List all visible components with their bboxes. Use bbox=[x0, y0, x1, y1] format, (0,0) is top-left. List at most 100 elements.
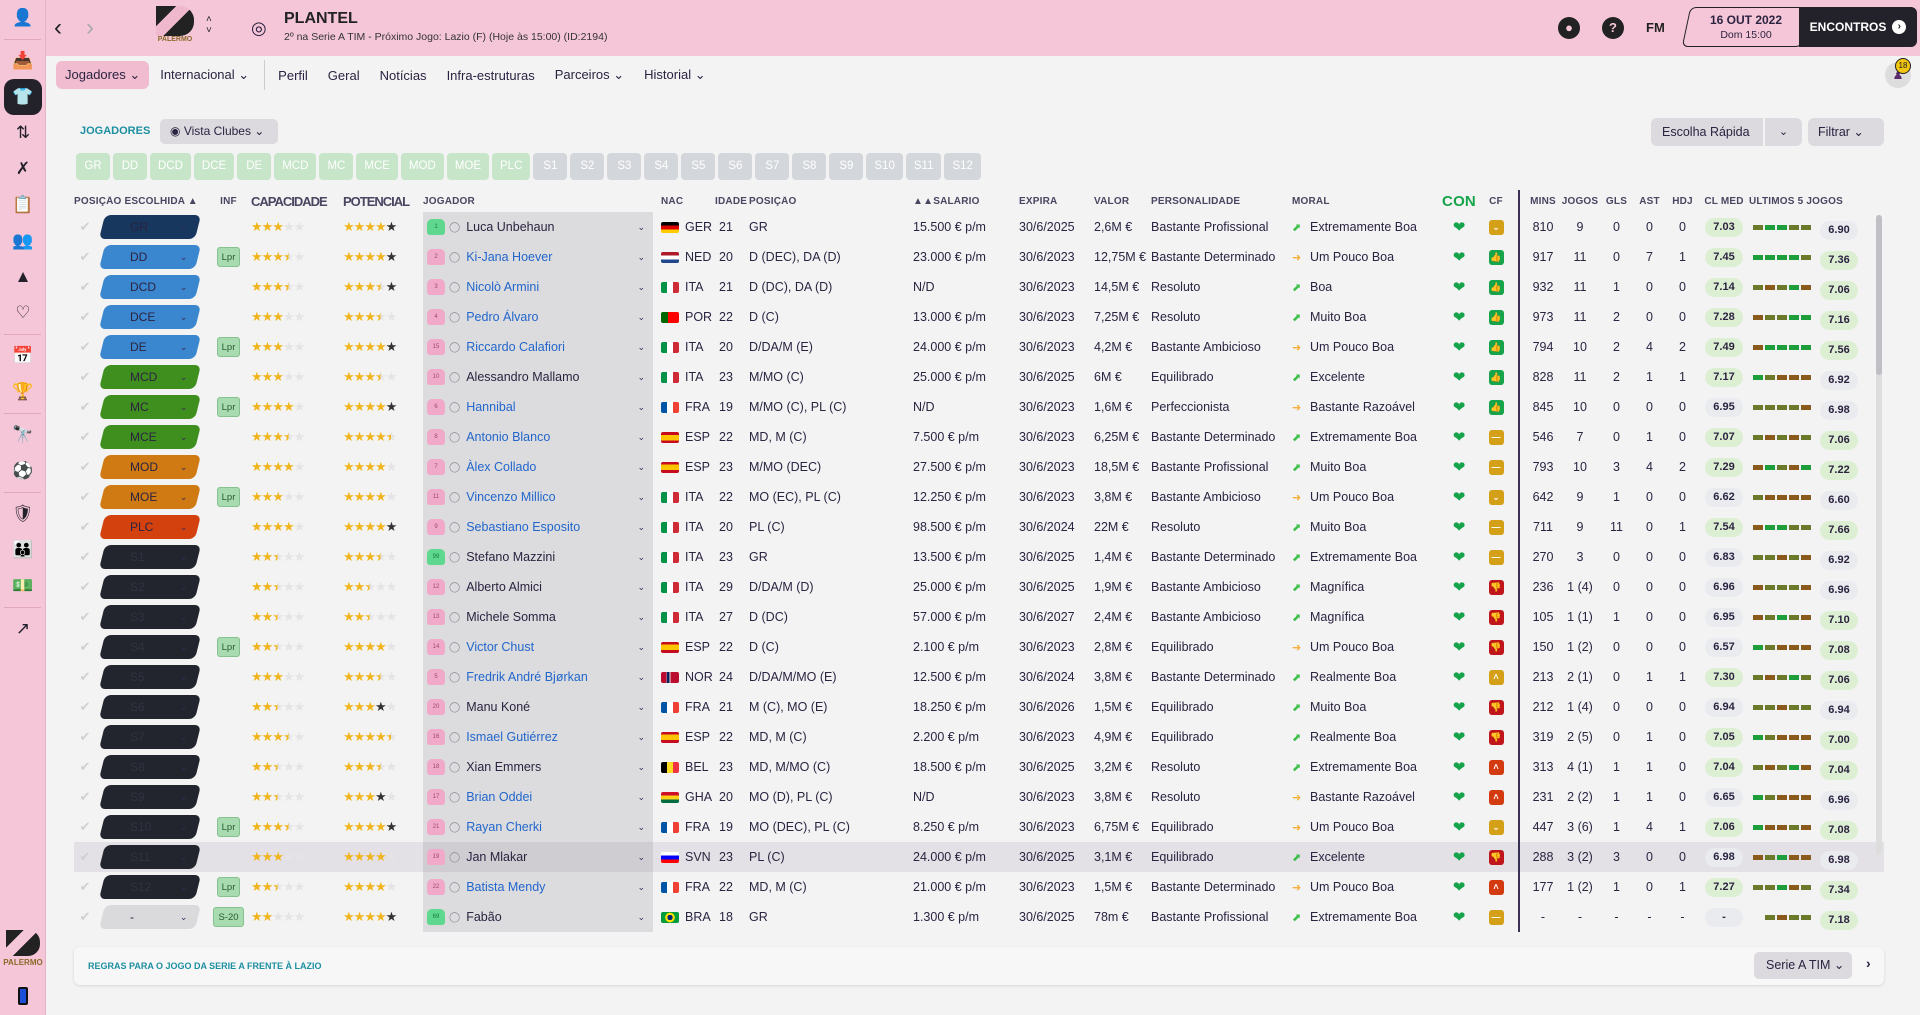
chip-mcd[interactable]: MCD bbox=[274, 153, 317, 180]
position-selector[interactable]: MOE ⌄ bbox=[99, 485, 201, 509]
row-checkbox[interactable]: ✔ bbox=[74, 669, 96, 685]
chevron-down-icon[interactable]: ⌄ bbox=[637, 672, 645, 683]
col-morale[interactable]: MORAL bbox=[1292, 196, 1440, 207]
chevron-down-icon[interactable]: ⌄ bbox=[637, 642, 645, 653]
player-name[interactable]: Vincenzo Millico bbox=[466, 490, 637, 504]
player-name[interactable]: Fabão bbox=[466, 910, 637, 924]
transfers-icon[interactable]: ⚽ bbox=[0, 453, 46, 489]
chevron-down-icon[interactable]: ⌄ bbox=[637, 882, 645, 893]
row-checkbox[interactable]: ✔ bbox=[74, 729, 96, 745]
globe-icon[interactable]: ● bbox=[1558, 17, 1580, 39]
chevron-down-icon[interactable]: ⌄ bbox=[637, 552, 645, 563]
table-row[interactable]: ✔ S8 ⌄ ★★★★★ ★★★★★ 18 ◯ Xian Emmers ⌄ BEL 23 MD, M/… bbox=[74, 752, 1884, 782]
position-selector[interactable]: DCD ⌄ bbox=[99, 275, 201, 299]
position-selector[interactable]: MC ⌄ bbox=[99, 395, 201, 419]
player-name[interactable]: Victor Chust bbox=[466, 640, 637, 654]
col-personality[interactable]: PERSONALIDADE bbox=[1151, 196, 1292, 207]
player-name[interactable]: Nicolò Armini bbox=[466, 280, 637, 294]
quick-pick-button[interactable]: Escolha Rápida bbox=[1651, 118, 1763, 146]
position-selector[interactable]: S7 ⌄ bbox=[99, 725, 201, 749]
player-name[interactable]: Alessandro Mallamo bbox=[466, 370, 637, 384]
row-checkbox[interactable]: ✔ bbox=[74, 489, 96, 505]
row-checkbox[interactable]: ✔ bbox=[74, 819, 96, 835]
position-selector[interactable]: S6 ⌄ bbox=[99, 695, 201, 719]
club-logo-small[interactable]: PALERMO bbox=[0, 930, 46, 967]
chevron-down-icon[interactable]: ⌄ bbox=[637, 462, 645, 473]
match-rules-link[interactable]: REGRAS PARA O JOGO DA SERIE A FRENTE À L… bbox=[88, 961, 322, 971]
position-selector[interactable]: PLC ⌄ bbox=[99, 515, 201, 539]
chevron-down-icon[interactable]: ⌄ bbox=[637, 252, 645, 263]
squad-planner-icon[interactable]: ⇅ bbox=[0, 115, 46, 151]
chip-s10[interactable]: S10 bbox=[866, 153, 903, 180]
table-row[interactable]: ✔ S4 ⌄ Lpr ★★★★★ ★★★★★ 14 ◯ Victor Chust ⌄ ESP 22 D … bbox=[74, 632, 1884, 662]
table-row[interactable]: ✔ MOD ⌄ ★★★★★ ★★★★★ 7 ◯ Àlex Collado ⌄ ESP 23 M/MO … bbox=[74, 452, 1884, 482]
chip-s1[interactable]: S1 bbox=[533, 153, 568, 180]
chip-mod[interactable]: MOD bbox=[400, 153, 444, 180]
chip-mce[interactable]: MCE bbox=[356, 153, 398, 180]
chip-s2[interactable]: S2 bbox=[570, 153, 605, 180]
tab-3[interactable]: Geral bbox=[319, 62, 369, 89]
row-checkbox[interactable]: ✔ bbox=[74, 279, 96, 295]
table-row[interactable]: ✔ DCE ⌄ ★★★★★ ★★★★★ 4 ◯ Pedro Álvaro ⌄ POR 22 D (C)… bbox=[74, 302, 1884, 332]
tab-1[interactable]: Internacional ⌄ bbox=[151, 61, 258, 89]
table-row[interactable]: ✔ S6 ⌄ ★★★★★ ★★★★★ 20 ◯ Manu Koné ⌄ FRA 21 M (C), M… bbox=[74, 692, 1884, 722]
chip-de[interactable]: DE bbox=[237, 153, 272, 180]
chevron-down-icon[interactable]: ⌄ bbox=[637, 702, 645, 713]
staff-icon[interactable]: 👥 bbox=[0, 223, 46, 259]
row-checkbox[interactable]: ✔ bbox=[74, 429, 96, 445]
row-checkbox[interactable]: ✔ bbox=[74, 879, 96, 895]
view-selector[interactable]: ◉ Vista Clubes ⌄ bbox=[160, 119, 279, 144]
chevron-down-icon[interactable]: ⌄ bbox=[637, 792, 645, 803]
next-arrow-icon[interactable]: › bbox=[1866, 955, 1871, 971]
col-minutes[interactable]: MINS bbox=[1526, 196, 1560, 207]
chevron-down-icon[interactable]: ⌄ bbox=[637, 432, 645, 443]
dev-centre-icon[interactable]: ↗ bbox=[0, 611, 46, 647]
chevron-down-icon[interactable]: ⌄ bbox=[637, 912, 645, 923]
chip-s8[interactable]: S8 bbox=[792, 153, 827, 180]
table-row[interactable]: ✔ MOE ⌄ Lpr ★★★★★ ★★★★★ 11 ◯ Vincenzo Millico ⌄ IT… bbox=[74, 482, 1884, 512]
row-checkbox[interactable]: ✔ bbox=[74, 519, 96, 535]
col-pos-chosen[interactable]: POSIÇÃO ESCOLHIDA ▲ bbox=[74, 196, 206, 207]
row-checkbox[interactable]: ✔ bbox=[74, 639, 96, 655]
league-selector[interactable]: Serie A TIM ⌄ bbox=[1754, 952, 1852, 979]
club-info-icon[interactable]: 🛡 bbox=[0, 496, 46, 532]
player-name[interactable]: Ki-Jana Hoever bbox=[466, 250, 637, 264]
tab-7[interactable]: Historial ⌄ bbox=[635, 61, 714, 89]
table-row[interactable]: ✔ MC ⌄ Lpr ★★★★★ ★★★★★ 6 ◯ Hannibal ⌄ FRA 19 M/MO (C… bbox=[74, 392, 1884, 422]
col-value[interactable]: VALOR bbox=[1094, 196, 1151, 207]
chip-dd[interactable]: DD bbox=[113, 153, 147, 180]
chevron-down-icon[interactable]: ⌄ bbox=[637, 732, 645, 743]
chevron-down-icon[interactable]: ⌄ bbox=[637, 372, 645, 383]
player-name[interactable]: Ismael Gutiérrez bbox=[466, 730, 637, 744]
schedule-icon[interactable]: 📅 bbox=[0, 338, 46, 374]
position-selector[interactable]: S5 ⌄ bbox=[99, 665, 201, 689]
row-checkbox[interactable]: ✔ bbox=[74, 789, 96, 805]
table-row[interactable]: ✔ MCE ⌄ ★★★★★ ★★★★★ 8 ◯ Antonio Blanco ⌄ ESP 22 MD,… bbox=[74, 422, 1884, 452]
chip-plc[interactable]: PLC bbox=[492, 153, 531, 180]
quick-pick-dropdown[interactable]: ⌄ bbox=[1765, 118, 1802, 146]
chevron-down-icon[interactable]: ⌄ bbox=[637, 312, 645, 323]
position-selector[interactable]: DCE ⌄ bbox=[99, 305, 201, 329]
position-selector[interactable]: S8 ⌄ bbox=[99, 755, 201, 779]
player-name[interactable]: Michele Somma bbox=[466, 610, 637, 624]
filter-button[interactable]: Filtrar ⌄ bbox=[1808, 118, 1884, 146]
tab-6[interactable]: Parceiros ⌄ bbox=[546, 61, 633, 89]
chip-dcd[interactable]: DCD bbox=[150, 153, 191, 180]
player-name[interactable]: Antonio Blanco bbox=[466, 430, 637, 444]
position-selector[interactable]: S10 ⌄ bbox=[99, 815, 201, 839]
position-selector[interactable]: MOD ⌄ bbox=[99, 455, 201, 479]
player-name[interactable]: Luca Unbehaun bbox=[466, 220, 637, 234]
row-checkbox[interactable]: ✔ bbox=[74, 219, 96, 235]
manager-profile-icon[interactable]: 👤 bbox=[0, 0, 46, 36]
row-checkbox[interactable]: ✔ bbox=[74, 609, 96, 625]
squad-icon[interactable]: 👕 bbox=[4, 79, 42, 115]
chevron-down-icon[interactable]: ⌄ bbox=[637, 582, 645, 593]
row-checkbox[interactable]: ✔ bbox=[74, 459, 96, 475]
row-checkbox[interactable]: ✔ bbox=[74, 369, 96, 385]
col-avg-rating[interactable]: CL MED bbox=[1699, 196, 1749, 207]
col-apps[interactable]: JOGOS bbox=[1560, 196, 1600, 207]
help-icon[interactable]: ? bbox=[1602, 17, 1624, 39]
tab-5[interactable]: Infra-estruturas bbox=[438, 62, 544, 89]
row-checkbox[interactable]: ✔ bbox=[74, 759, 96, 775]
row-checkbox[interactable]: ✔ bbox=[74, 309, 96, 325]
